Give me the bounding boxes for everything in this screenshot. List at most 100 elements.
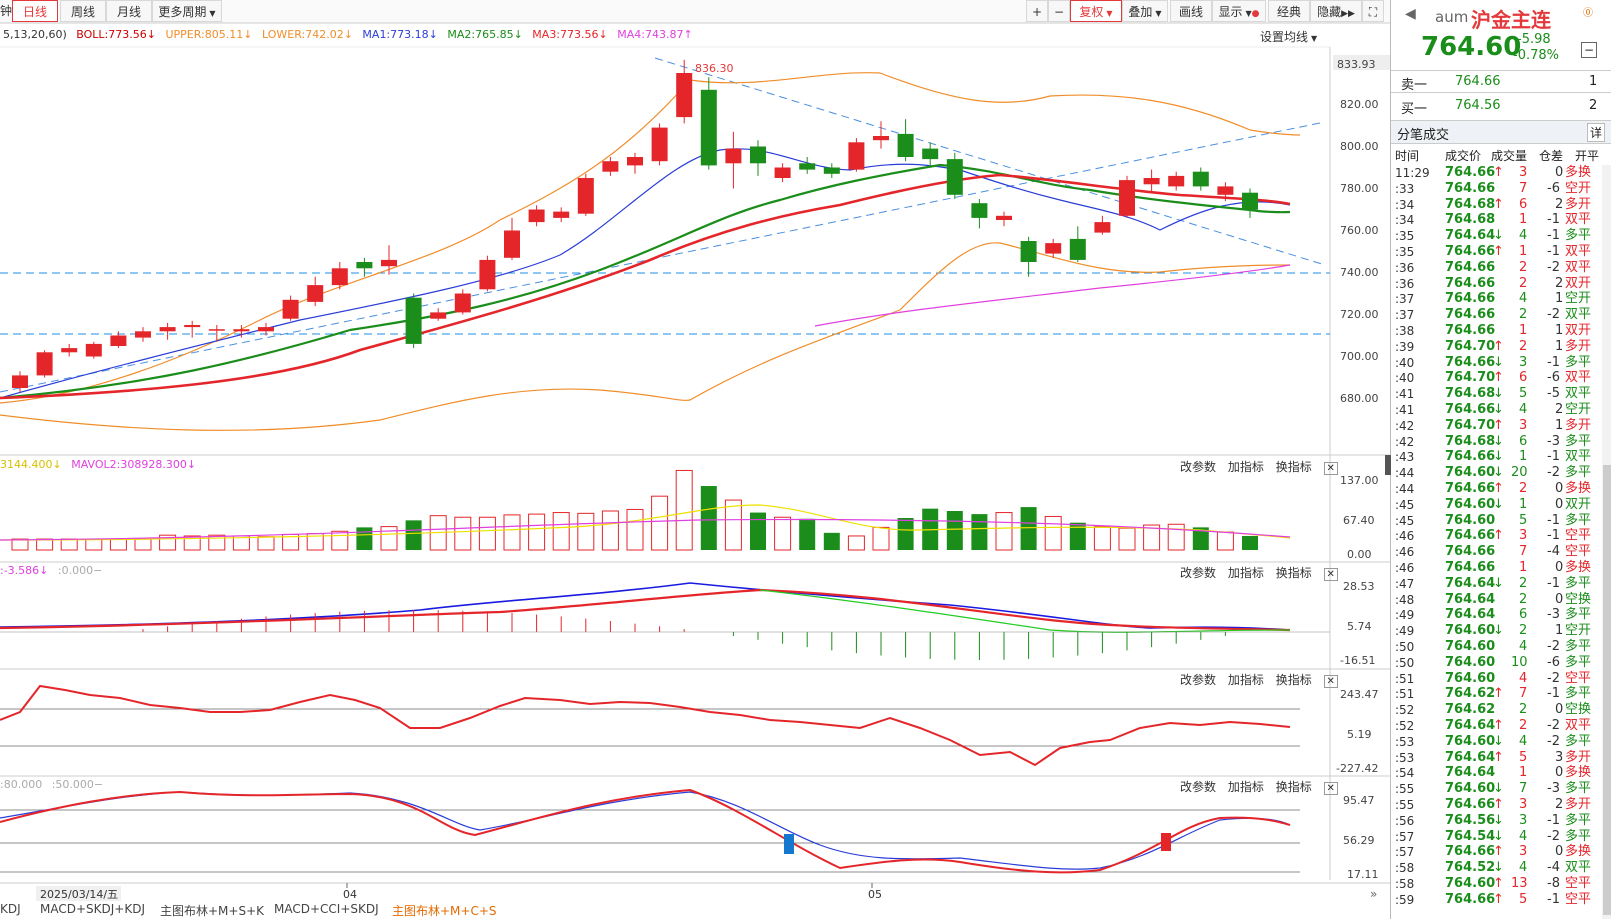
close-icon[interactable]: ✕ <box>1323 675 1338 688</box>
close-icon[interactable]: ✕ <box>1323 782 1338 795</box>
draw-line-button[interactable]: 画线 <box>1170 0 1212 22</box>
collapse-button[interactable]: − <box>1581 42 1597 58</box>
trade-row: :54 764.64 1 0 多换 <box>1391 765 1611 781</box>
kdj-tick: 17.11 <box>1347 868 1379 881</box>
prev-symbol-icon[interactable]: ◀ <box>1405 6 1416 22</box>
trade-time: :34 <box>1395 197 1415 212</box>
change-param-button[interactable]: 改参数 <box>1180 673 1216 687</box>
tick-section-header: 分笔成交 详 <box>1391 120 1611 144</box>
cci-tick: 5.19 <box>1347 728 1372 741</box>
trade-price: 764.64 <box>1445 749 1496 765</box>
candle-body <box>971 203 988 218</box>
double-arrow-icon: ▶▶ <box>1341 9 1355 19</box>
add-indicator-button[interactable]: 加指标 <box>1228 460 1264 474</box>
trade-oi-diff: 2 <box>1555 797 1564 812</box>
trade-scroll-thumb[interactable] <box>1603 465 1611 915</box>
trade-row: :56 764.56 ↓ 3 -1 多平 <box>1391 813 1611 829</box>
arrow-down-icon: ↓ <box>1493 433 1504 449</box>
side-divider <box>1391 92 1611 93</box>
bottom-tab-boll-m-s-k[interactable]: 主图布林+M+S+K <box>160 902 264 919</box>
volume-bar <box>331 530 349 551</box>
switch-indicator-button[interactable]: 换指标 <box>1276 780 1312 794</box>
zoom-out-button[interactable]: − <box>1048 0 1070 22</box>
tab-weekly[interactable]: 周线 <box>60 0 106 22</box>
trade-time: :33 <box>1395 181 1415 196</box>
trade-type: 多平 <box>1565 686 1592 702</box>
adjust-rights-button[interactable]: 复权 ▼ <box>1070 0 1122 22</box>
hide-button[interactable]: 隐藏▶▶ <box>1310 0 1362 22</box>
trade-oi-diff: -3 <box>1547 433 1560 449</box>
bottom-tab-macd-skdj-kdj[interactable]: MACD+SKDJ+KDJ <box>40 902 145 916</box>
trade-time: :40 <box>1395 355 1415 370</box>
volume-bar <box>257 536 275 551</box>
trade-row: :39 764.70 ↑ 2 1 多开 <box>1391 339 1611 355</box>
trade-oi-diff: -6 <box>1547 370 1560 386</box>
close-icon[interactable]: ✕ <box>1323 462 1338 475</box>
price-change-pct: -0.78% <box>1513 48 1559 63</box>
vol-tick: 67.40 <box>1343 514 1375 527</box>
detail-button[interactable]: 详 <box>1587 123 1606 142</box>
trade-time: :53 <box>1395 750 1415 765</box>
trade-volume: 5 <box>1519 386 1528 402</box>
arrow-up-icon: ↑ <box>1493 165 1504 180</box>
trade-volume: 1 <box>1519 244 1528 259</box>
trade-volume: 2 <box>1519 575 1528 591</box>
tab-monthly[interactable]: 月线 <box>106 0 152 22</box>
kdj-d-line <box>0 791 1291 870</box>
price-tick: 760.00 <box>1340 224 1379 237</box>
add-indicator-button[interactable]: 加指标 <box>1228 780 1264 794</box>
zoom-in-button[interactable]: + <box>1026 0 1048 22</box>
trade-type: 多开 <box>1565 749 1592 765</box>
classic-button[interactable]: 经典 <box>1268 0 1310 22</box>
trade-row: :53 764.64 ↑ 5 3 多开 <box>1391 750 1611 766</box>
candle-body <box>504 230 520 258</box>
trade-volume: 4 <box>1519 733 1528 749</box>
overlay-button[interactable]: 叠加 ▼ <box>1122 0 1168 22</box>
toolbar-left-cut[interactable]: 钟 <box>0 0 12 22</box>
panel-toggle-handle[interactable] <box>1385 455 1391 475</box>
trade-oi-diff: 0 <box>1555 496 1564 512</box>
change-param-button[interactable]: 改参数 <box>1180 460 1216 474</box>
arrow-up-icon: ↑ <box>1493 370 1504 386</box>
change-param-button[interactable]: 改参数 <box>1180 780 1216 794</box>
trade-volume: 3 <box>1519 844 1528 860</box>
add-indicator-button[interactable]: 加指标 <box>1228 673 1264 687</box>
fullscreen-button[interactable]: ⛶ <box>1362 0 1384 22</box>
tab-daily[interactable]: 日线 <box>12 0 58 22</box>
col-volume: 成交量 <box>1491 149 1528 163</box>
trade-oi-diff: 0 <box>1555 560 1564 575</box>
trade-scrollbar[interactable] <box>1602 165 1611 919</box>
trade-row: :35 764.64 ↓ 4 -1 多平 <box>1391 228 1611 244</box>
info-circle-icon[interactable]: ⓪ <box>1583 4 1593 19</box>
volume-bar <box>1093 526 1111 551</box>
trade-price: 764.68 <box>1445 386 1496 402</box>
macd-tick: -16.51 <box>1340 654 1376 667</box>
trade-price: 764.60 <box>1445 876 1496 891</box>
bottom-tab-macd-cci-skdj[interactable]: MACD+CCI+SKDJ <box>274 902 379 916</box>
trade-row: :34 764.68 ↑ 6 2 多开 <box>1391 197 1611 213</box>
switch-indicator-button[interactable]: 换指标 <box>1276 460 1312 474</box>
switch-indicator-button[interactable]: 换指标 <box>1276 673 1312 687</box>
scroll-right-icon[interactable]: » <box>1370 887 1377 901</box>
legend-kdj-b: :50.000 <box>51 778 94 791</box>
trade-row: :35 764.66 ↑ 1 -1 双平 <box>1391 244 1611 260</box>
tab-more-periods[interactable]: 更多周期 ▼ <box>152 0 222 22</box>
trade-price: 764.64 <box>1445 765 1496 781</box>
candle-body <box>651 127 668 162</box>
trade-price: 764.66 <box>1445 481 1496 496</box>
display-button[interactable]: 显示 ▼● <box>1212 0 1266 22</box>
trade-time: :40 <box>1395 371 1415 386</box>
trade-price: 764.68 <box>1445 433 1496 449</box>
trade-time: :35 <box>1395 229 1415 244</box>
trade-price: 764.66 <box>1445 307 1496 323</box>
trade-time: :55 <box>1395 782 1415 797</box>
change-param-button[interactable]: 改参数 <box>1180 566 1216 580</box>
trade-price: 764.66 <box>1445 259 1496 275</box>
set-ma-button[interactable]: 设置均线 ▼ <box>1260 28 1317 45</box>
arrow-down-icon: ↓ <box>1493 623 1504 639</box>
switch-indicator-button[interactable]: 换指标 <box>1276 566 1312 580</box>
close-icon[interactable]: ✕ <box>1323 568 1338 581</box>
bottom-tab-kdj[interactable]: KDJ <box>0 902 21 916</box>
add-indicator-button[interactable]: 加指标 <box>1228 566 1264 580</box>
bottom-tab-boll-m-c-s-active[interactable]: 主图布林+M+C+S <box>392 902 497 919</box>
